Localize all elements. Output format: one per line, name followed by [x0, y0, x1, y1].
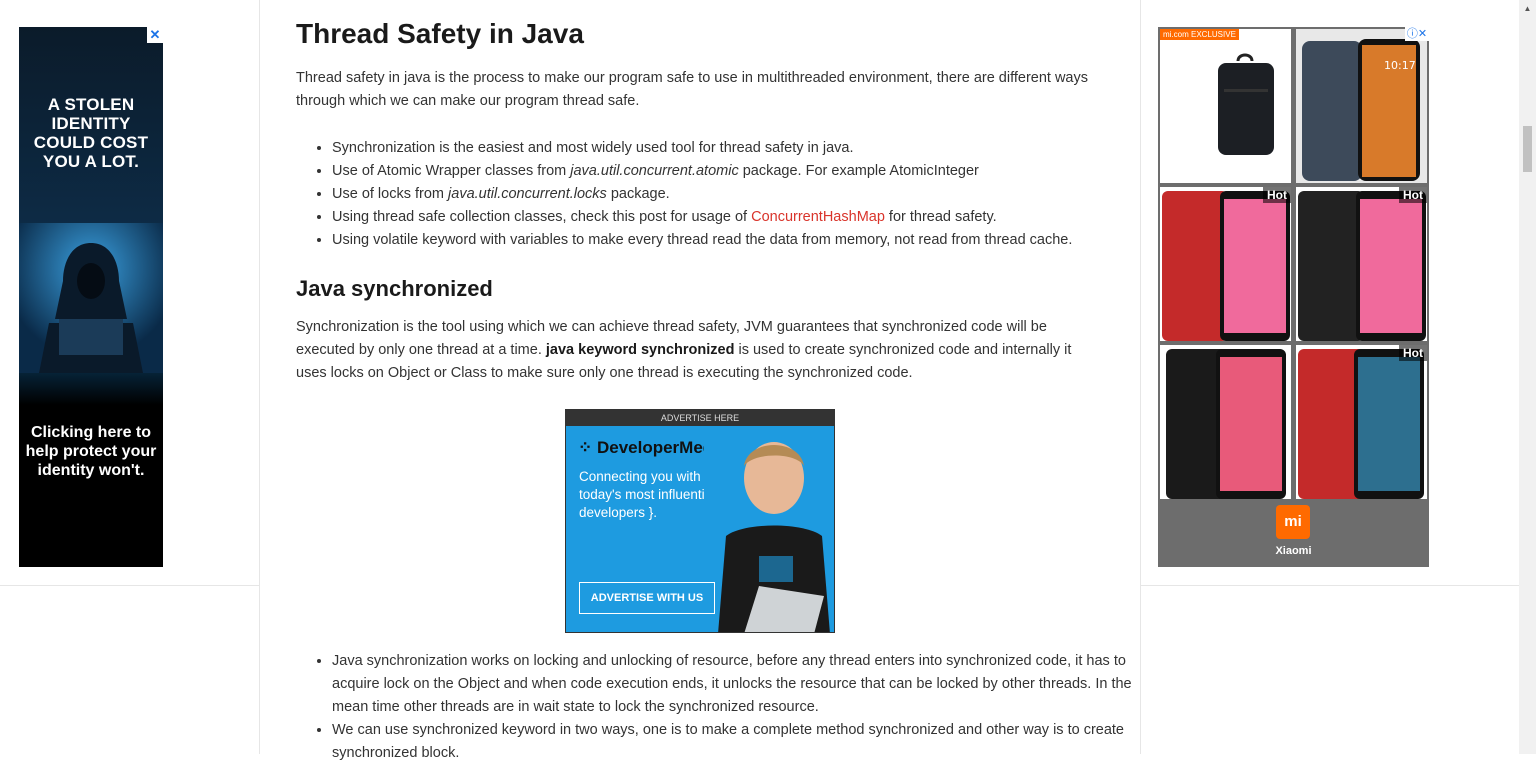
synchronized-paragraph: Synchronization is the tool using which …: [296, 319, 1072, 381]
phone-image: [1160, 187, 1291, 341]
product-tile[interactable]: [1160, 345, 1291, 499]
product-tile[interactable]: 10:17: [1296, 29, 1427, 183]
exclusive-badge: mi.com EXCLUSIVE: [1160, 29, 1239, 40]
close-icon[interactable]: ✕: [147, 27, 163, 43]
synchronization-list: Java synchronization works on locking an…: [296, 650, 1142, 765]
right-divider: [1141, 585, 1519, 586]
developer-photo: [704, 426, 834, 632]
phone-image: [1296, 187, 1427, 341]
phone-image: 10:17: [1296, 29, 1427, 183]
section-title: Java synchronized: [296, 276, 493, 301]
left-identity-ad[interactable]: ✕ A STOLEN IDENTITY COULD COST YOU A LOT…: [19, 27, 163, 567]
list-item: Use of locks from java.util.concurrent.l…: [332, 183, 1142, 206]
right-column-border: [1140, 0, 1141, 754]
article-title: Thread Safety in Java: [296, 18, 584, 49]
xiaomi-logo-icon: mi: [1276, 505, 1310, 539]
list-item: We can use synchronized keyword in two w…: [332, 719, 1142, 765]
hot-badge: Hot: [1263, 187, 1291, 203]
phone-image: [1296, 345, 1427, 499]
hot-badge: Hot: [1399, 187, 1427, 203]
product-tile[interactable]: Hot: [1296, 187, 1427, 341]
developermedia-ad[interactable]: ADVERTISE HERE ⁘ DeveloperMedia Connecti…: [565, 409, 835, 633]
hacker-illustration: [19, 223, 163, 373]
list-item: Using volatile keyword with variables to…: [332, 229, 1142, 252]
thread-safety-list: Synchronization is the easiest and most …: [296, 137, 1142, 252]
product-tile[interactable]: [1160, 29, 1291, 183]
brand-name: Xiaomi: [1275, 545, 1312, 557]
product-tile[interactable]: Hot: [1296, 345, 1427, 499]
ad-headline: A STOLEN IDENTITY COULD COST YOU A LOT.: [33, 95, 149, 171]
vertical-scrollbar[interactable]: ▲: [1519, 0, 1536, 754]
list-item: Java synchronization works on locking an…: [332, 650, 1142, 719]
list-item: Synchronization is the easiest and most …: [332, 137, 1142, 160]
list-item: Using thread safe collection classes, ch…: [332, 206, 1142, 229]
scroll-up-icon[interactable]: ▲: [1519, 0, 1536, 17]
svg-text:10:17: 10:17: [1384, 59, 1416, 72]
hot-badge: Hot: [1399, 345, 1427, 361]
ad-top-label: ADVERTISE HERE: [566, 410, 834, 426]
list-item: Use of Atomic Wrapper classes from java.…: [332, 160, 1142, 183]
product-tile[interactable]: Hot: [1160, 187, 1291, 341]
concurrenthashmap-link[interactable]: ConcurrentHashMap: [751, 209, 885, 225]
ad-tagline: Clicking here to help protect your ident…: [25, 424, 157, 479]
close-icon[interactable]: ⓘ✕: [1405, 27, 1429, 41]
intro-paragraph: Thread safety in java is the process to …: [296, 70, 1088, 109]
left-divider: [0, 585, 259, 586]
advertise-with-us-button[interactable]: ADVERTISE WITH US: [579, 582, 715, 614]
backpack-image: [1160, 29, 1291, 183]
xiaomi-ad[interactable]: mi.com EXCLUSIVE ⓘ✕ 10:17 Hot Hot Hot mi…: [1158, 27, 1429, 567]
phone-image: [1160, 345, 1291, 499]
scroll-thumb[interactable]: [1523, 126, 1532, 172]
left-column-border: [259, 0, 260, 754]
